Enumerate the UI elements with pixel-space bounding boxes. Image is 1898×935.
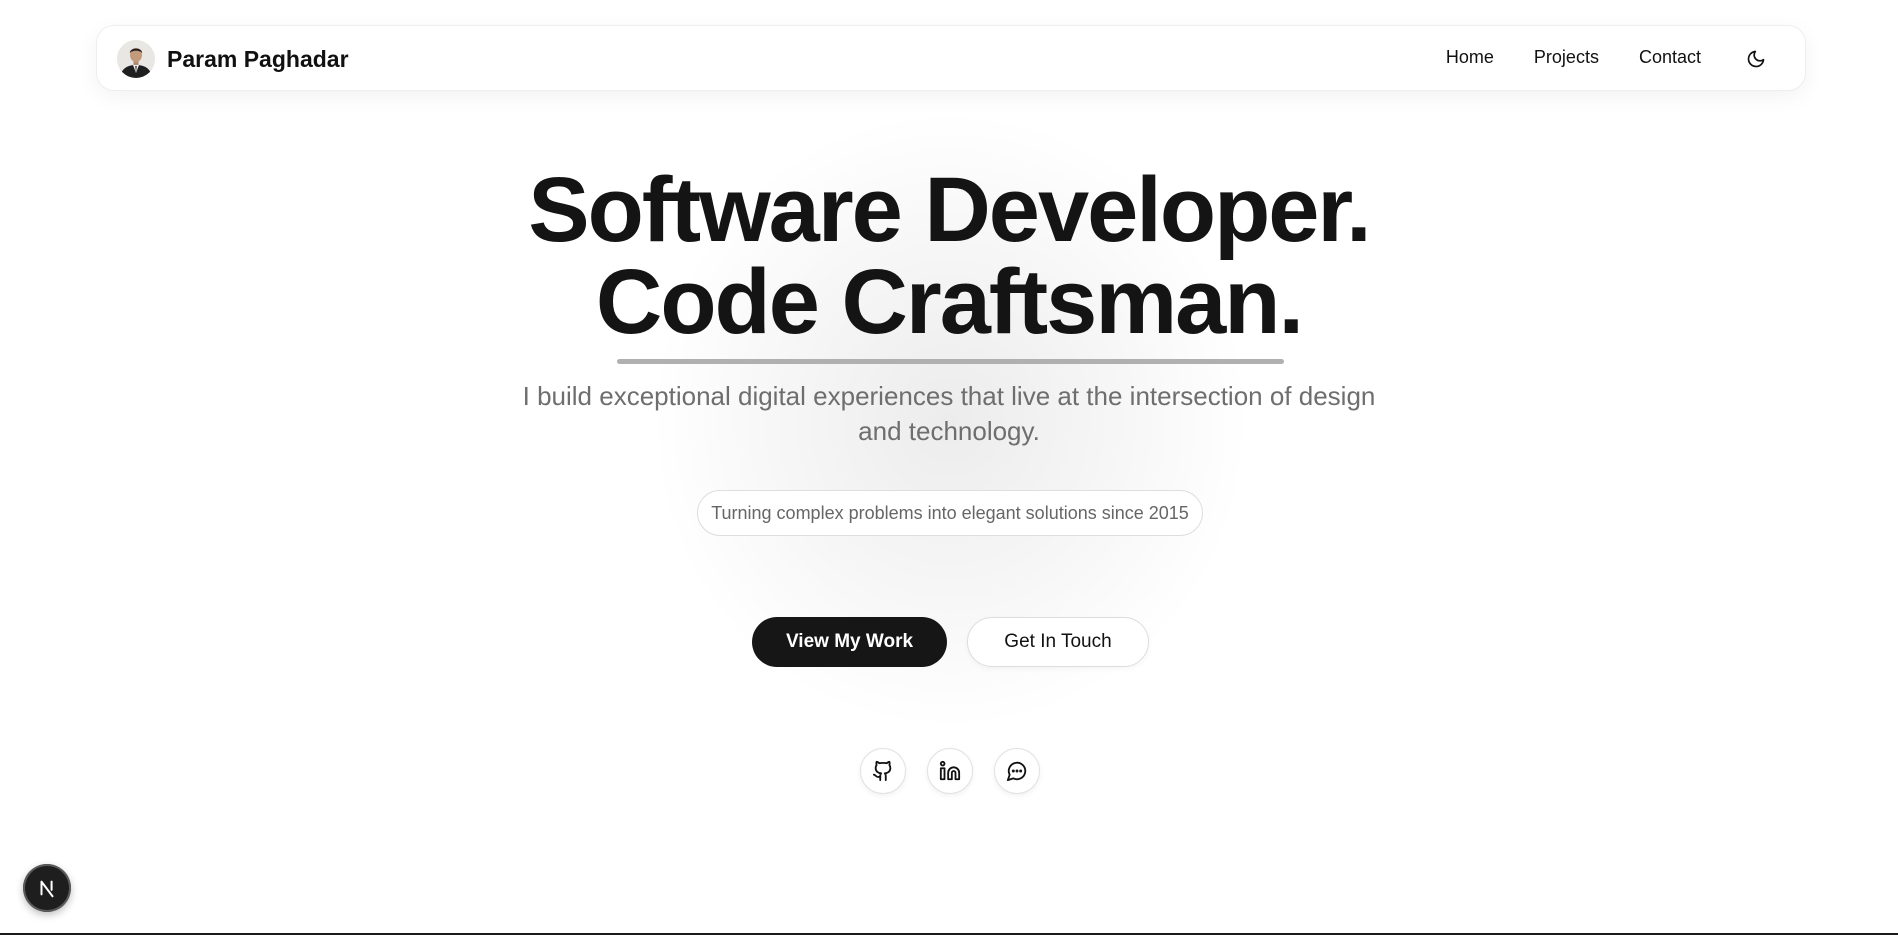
- chat-icon: [1006, 761, 1027, 782]
- hero-headline-line-2: Code Craftsman.: [595, 251, 1304, 353]
- view-my-work-button[interactable]: View My Work: [752, 617, 947, 667]
- nav-link-home[interactable]: Home: [1446, 47, 1494, 68]
- tagline-text: Turning complex problems into elegant so…: [711, 502, 1189, 523]
- nav-link-projects[interactable]: Projects: [1534, 47, 1599, 68]
- chat-link[interactable]: [994, 748, 1040, 794]
- headline-underline: [617, 359, 1284, 364]
- avatar: [117, 40, 155, 78]
- tagline-pill: Turning complex problems into elegant so…: [697, 490, 1203, 536]
- nextjs-dev-badge[interactable]: [23, 864, 71, 912]
- nav-links: Home Projects Contact: [1446, 47, 1701, 68]
- linkedin-link[interactable]: [927, 748, 973, 794]
- page: Param Paghadar Home Projects Contact Sof…: [0, 0, 1898, 935]
- get-in-touch-button[interactable]: Get In Touch: [967, 617, 1149, 667]
- github-icon: [872, 760, 892, 782]
- theme-toggle-button[interactable]: [1743, 46, 1769, 72]
- moon-icon: [1747, 50, 1765, 68]
- hero-headline-line-1: Software Developer.: [528, 159, 1371, 261]
- brand-name: Param Paghadar: [167, 45, 349, 72]
- brand[interactable]: Param Paghadar: [117, 40, 349, 78]
- navbar: Param Paghadar Home Projects Contact: [96, 25, 1806, 91]
- linkedin-icon: [939, 760, 961, 781]
- nextjs-n-icon: [40, 880, 54, 898]
- github-link[interactable]: [860, 748, 906, 794]
- hero-subtitle: I build exceptional digital experiences …: [522, 381, 1376, 446]
- nav-link-contact[interactable]: Contact: [1639, 47, 1701, 68]
